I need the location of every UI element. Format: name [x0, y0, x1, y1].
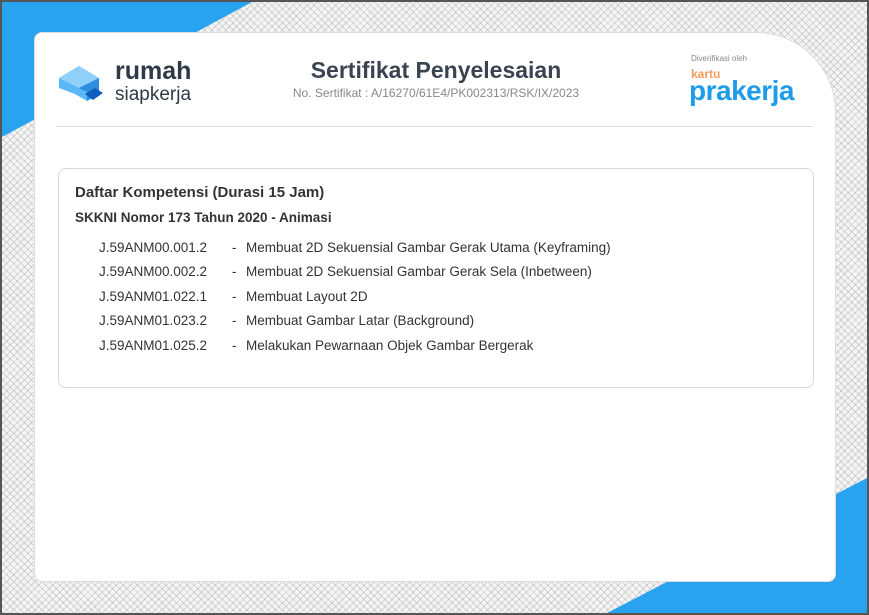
competency-name: Membuat Gambar Latar (Background): [246, 313, 475, 329]
competency-item: J.59ANM00.001.2 - Membuat 2D Sekuensial Ga…: [99, 235, 797, 260]
certificate-frame: rumah siapkerja Sertifikat Penyelesaian …: [0, 0, 869, 615]
competency-standard: SKKNI Nomor 173 Tahun 2020 - Animasi: [75, 210, 332, 225]
competency-item: J.59ANM01.025.2 - Melakukan Pewarnaan Obje…: [99, 333, 797, 358]
competency-item: J.59ANM01.022.1 - Membuat Layout 2D: [99, 284, 797, 309]
verified-by-label: Diverifikasi oleh: [691, 54, 748, 63]
competency-name: Melakukan Pewarnaan Objek Gambar Bergera…: [246, 337, 534, 353]
competency-code: J.59ANM01.023.2: [99, 313, 208, 329]
competency-name: Membuat Layout 2D: [246, 288, 368, 304]
divider: [57, 126, 813, 127]
competency-item: J.59ANM01.023.2 - Membuat Gambar Latar (Ba…: [99, 309, 797, 334]
competency-code: J.59ANM01.022.1: [99, 288, 208, 304]
competency-code: J.59ANM01.025.2: [99, 337, 208, 353]
separator: -: [232, 288, 237, 304]
competency-name: Membuat 2D Sekuensial Gambar Gerak Sela …: [246, 264, 592, 280]
competency-box: Daftar Kompetensi (Durasi 15 Jam) SKKNI …: [58, 168, 814, 388]
separator: -: [232, 337, 237, 353]
competency-name: Membuat 2D Sekuensial Gambar Gerak Utama…: [246, 239, 611, 255]
separator: -: [232, 313, 237, 329]
competency-title: Daftar Kompetensi (Durasi 15 Jam): [75, 184, 325, 201]
separator: -: [232, 264, 237, 280]
separator: -: [232, 239, 237, 255]
prakerja-logo-text: prakerja: [689, 75, 794, 106]
competency-item: J.59ANM00.002.2 - Membuat 2D Sekuensial Ga…: [99, 260, 797, 285]
competency-code: J.59ANM00.002.2: [99, 264, 208, 280]
certificate-card: rumah siapkerja Sertifikat Penyelesaian …: [34, 32, 836, 582]
competency-code: J.59ANM00.001.2: [99, 239, 208, 255]
